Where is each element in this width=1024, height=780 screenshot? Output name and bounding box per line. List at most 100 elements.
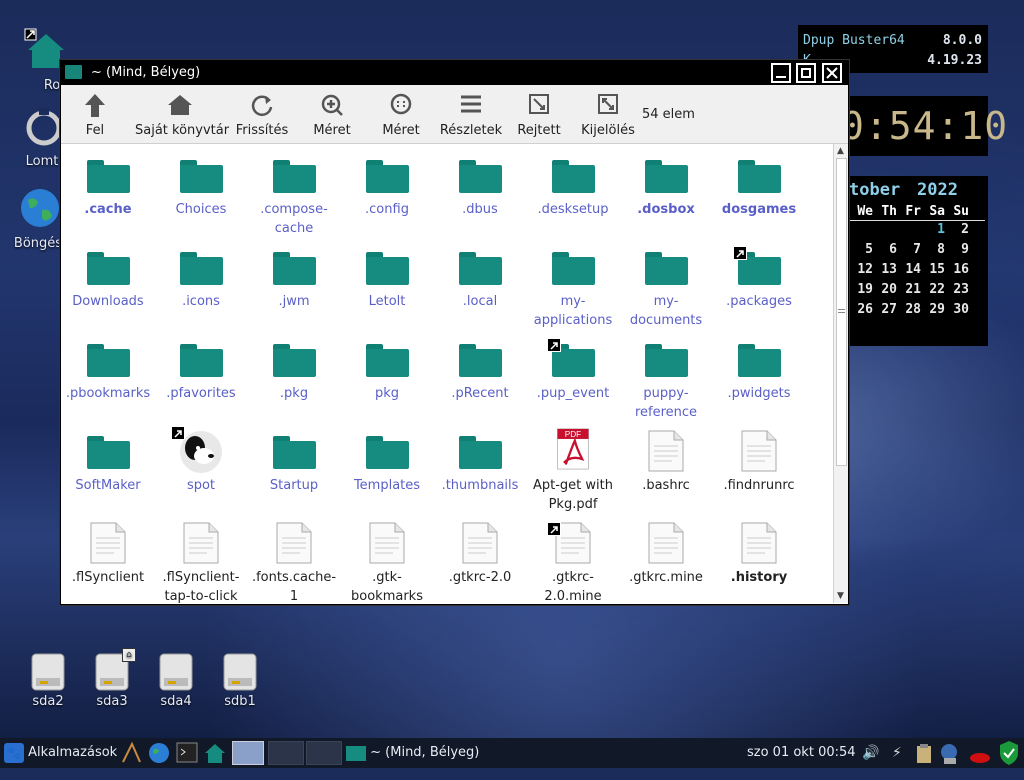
file-item[interactable]: .bashrc xyxy=(620,426,712,495)
folder-item[interactable]: Startup xyxy=(248,426,340,495)
file-item[interactable]: .findnrunrc xyxy=(713,426,805,495)
desktop-icon-label: Böngés xyxy=(13,236,63,251)
folder-item[interactable]: .cache xyxy=(62,150,154,219)
item-label: .findnrunrc xyxy=(723,478,795,493)
terminal-launcher-icon[interactable] xyxy=(176,738,198,768)
folder-item[interactable]: my-applications xyxy=(527,242,619,330)
volume-icon[interactable]: 🔊 xyxy=(862,738,879,768)
file-item[interactable]: spot xyxy=(155,426,247,495)
folder-item[interactable]: Choices xyxy=(155,150,247,219)
toolbar-home-button[interactable]: Saját könyvtár xyxy=(135,85,229,143)
folder-item[interactable]: pkg xyxy=(341,334,433,403)
network-icon[interactable] xyxy=(938,738,960,768)
taskbar-window-button[interactable]: ~ (Mind, Bélyeg) xyxy=(346,738,479,768)
scroll-up-arrow[interactable]: ▲ xyxy=(837,146,844,156)
folder-icon xyxy=(434,334,526,384)
workspace-3[interactable] xyxy=(306,741,342,765)
drive-mount-icon[interactable] xyxy=(968,738,992,768)
folder-item[interactable]: .pwidgets xyxy=(713,334,805,403)
close-button[interactable] xyxy=(822,63,842,83)
window-titlebar[interactable]: ~ (Mind, Bélyeg) xyxy=(61,61,848,85)
file-item[interactable]: PDF Apt-get with Pkg.pdf xyxy=(527,426,619,514)
folder-item[interactable]: SoftMaker xyxy=(62,426,154,495)
home-launcher-icon[interactable] xyxy=(204,738,226,768)
toolbar-up-button[interactable]: Fel xyxy=(75,85,115,143)
toolbar-zoom-out-button[interactable]: Méret xyxy=(374,85,428,143)
item-label: my-documents xyxy=(629,294,703,328)
file-item[interactable]: .gtk-bookmarks xyxy=(341,518,433,603)
folder-icon xyxy=(248,150,340,200)
folder-item[interactable]: .pfavorites xyxy=(155,334,247,403)
file-item[interactable]: .gtkrc-2.0.mine xyxy=(527,518,619,603)
drive-icon-sda2[interactable]: sda2 xyxy=(20,650,76,709)
vertical-scrollbar[interactable]: ▲ ▼ xyxy=(833,144,848,603)
browser-launcher-icon[interactable] xyxy=(148,738,170,768)
home-badge-icon: ⌂ xyxy=(122,648,136,662)
folder-item[interactable]: .dbus xyxy=(434,150,526,219)
taskbar: 🐾 Alkalmazások ~ (Mind, Bélyeg) szo 01 o… xyxy=(0,738,1024,768)
calendar-day: 5 xyxy=(865,242,873,257)
conky-calendar: tober 2022 We Th Fr Sa Su 1 2 5 6 7 8 9 12 13 14 15 16 19… xyxy=(845,176,988,346)
toolbar-refresh-button[interactable]: Frissítés xyxy=(235,85,289,143)
folder-item[interactable]: Letolt xyxy=(341,242,433,311)
item-label: .pup_event xyxy=(536,386,610,401)
toolbar-details-button[interactable]: Részletek xyxy=(439,85,503,143)
drive-icon-sda4[interactable]: sda4 xyxy=(148,650,204,709)
folder-item[interactable]: .jwm xyxy=(248,242,340,311)
folder-item[interactable]: Templates xyxy=(341,426,433,495)
scroll-down-arrow[interactable]: ▼ xyxy=(837,591,844,601)
security-shield-icon[interactable] xyxy=(998,738,1020,768)
clipboard-icon[interactable] xyxy=(914,738,934,768)
file-item[interactable]: .history xyxy=(713,518,805,587)
folder-item[interactable]: Downloads xyxy=(62,242,154,311)
text-file-icon xyxy=(155,518,247,568)
folder-item[interactable]: .thumbnails xyxy=(434,426,526,495)
toolbar-hidden-button[interactable]: Rejtett xyxy=(516,85,562,143)
file-item[interactable]: .flSynclient xyxy=(62,518,154,587)
folder-icon xyxy=(620,242,712,292)
folder-item[interactable]: .pkg xyxy=(248,334,340,403)
file-item[interactable]: .gtkrc-2.0 xyxy=(434,518,526,587)
calendar-month: tober xyxy=(849,180,901,200)
folder-item[interactable]: puppy-reference xyxy=(620,334,712,422)
file-item[interactable]: .fonts.cache-1 xyxy=(248,518,340,603)
folder-item[interactable]: .packages xyxy=(713,242,805,311)
item-label: .dbus xyxy=(462,202,498,217)
item-label: Apt-get with Pkg.pdf xyxy=(533,478,613,512)
folder-icon xyxy=(62,334,154,384)
item-label: .pfavorites xyxy=(166,386,236,401)
calendar-year: 2022 xyxy=(917,180,958,200)
workspace-2[interactable] xyxy=(268,741,304,765)
item-label: Letolt xyxy=(368,294,406,309)
folder-item[interactable]: .pup_event xyxy=(527,334,619,403)
drive-icon-sdb1[interactable]: sdb1 xyxy=(212,650,268,709)
folder-item[interactable]: .compose-cache xyxy=(248,150,340,238)
folder-item[interactable]: my-documents xyxy=(620,242,712,330)
calendar-day: 9 xyxy=(961,242,969,257)
toolbar-zoom-in-button[interactable]: Méret xyxy=(305,85,359,143)
item-label: dosgames xyxy=(721,202,797,217)
file-grid[interactable]: .cache Choices .compose-cache .config .dbus.… xyxy=(61,144,831,603)
workspace-1[interactable] xyxy=(232,741,264,765)
file-manager-window[interactable]: ~ (Mind, Bélyeg) Fel Saját könyvtár Fris… xyxy=(60,60,849,605)
folder-item[interactable]: .pbookmarks xyxy=(62,334,154,403)
folder-item[interactable]: .icons xyxy=(155,242,247,311)
toolbar-select-button[interactable]: Kijelölés xyxy=(579,85,637,143)
folder-item[interactable]: .dosbox xyxy=(620,150,712,219)
folder-icon xyxy=(527,150,619,200)
maximize-button[interactable] xyxy=(796,63,816,83)
drive-icon-sda3[interactable]: ⌂ sda3 xyxy=(84,648,140,709)
folder-item[interactable]: .local xyxy=(434,242,526,311)
slash-launcher-icon[interactable] xyxy=(120,738,142,768)
folder-item[interactable]: .pRecent xyxy=(434,334,526,403)
power-icon[interactable]: ⚡ xyxy=(892,738,902,768)
file-item[interactable]: .gtkrc.mine xyxy=(620,518,712,587)
folder-item[interactable]: .config xyxy=(341,150,433,219)
minimize-button[interactable] xyxy=(771,63,791,83)
folder-item[interactable]: dosgames xyxy=(713,150,805,219)
applications-menu-button[interactable]: 🐾 Alkalmazások xyxy=(4,738,117,768)
file-item[interactable]: .flSynclient-tap-to-click xyxy=(155,518,247,603)
scrollbar-thumb[interactable] xyxy=(836,158,847,466)
folder-item[interactable]: .desksetup xyxy=(527,150,619,219)
taskbar-clock[interactable]: szo 01 okt 00:54 xyxy=(747,738,856,768)
